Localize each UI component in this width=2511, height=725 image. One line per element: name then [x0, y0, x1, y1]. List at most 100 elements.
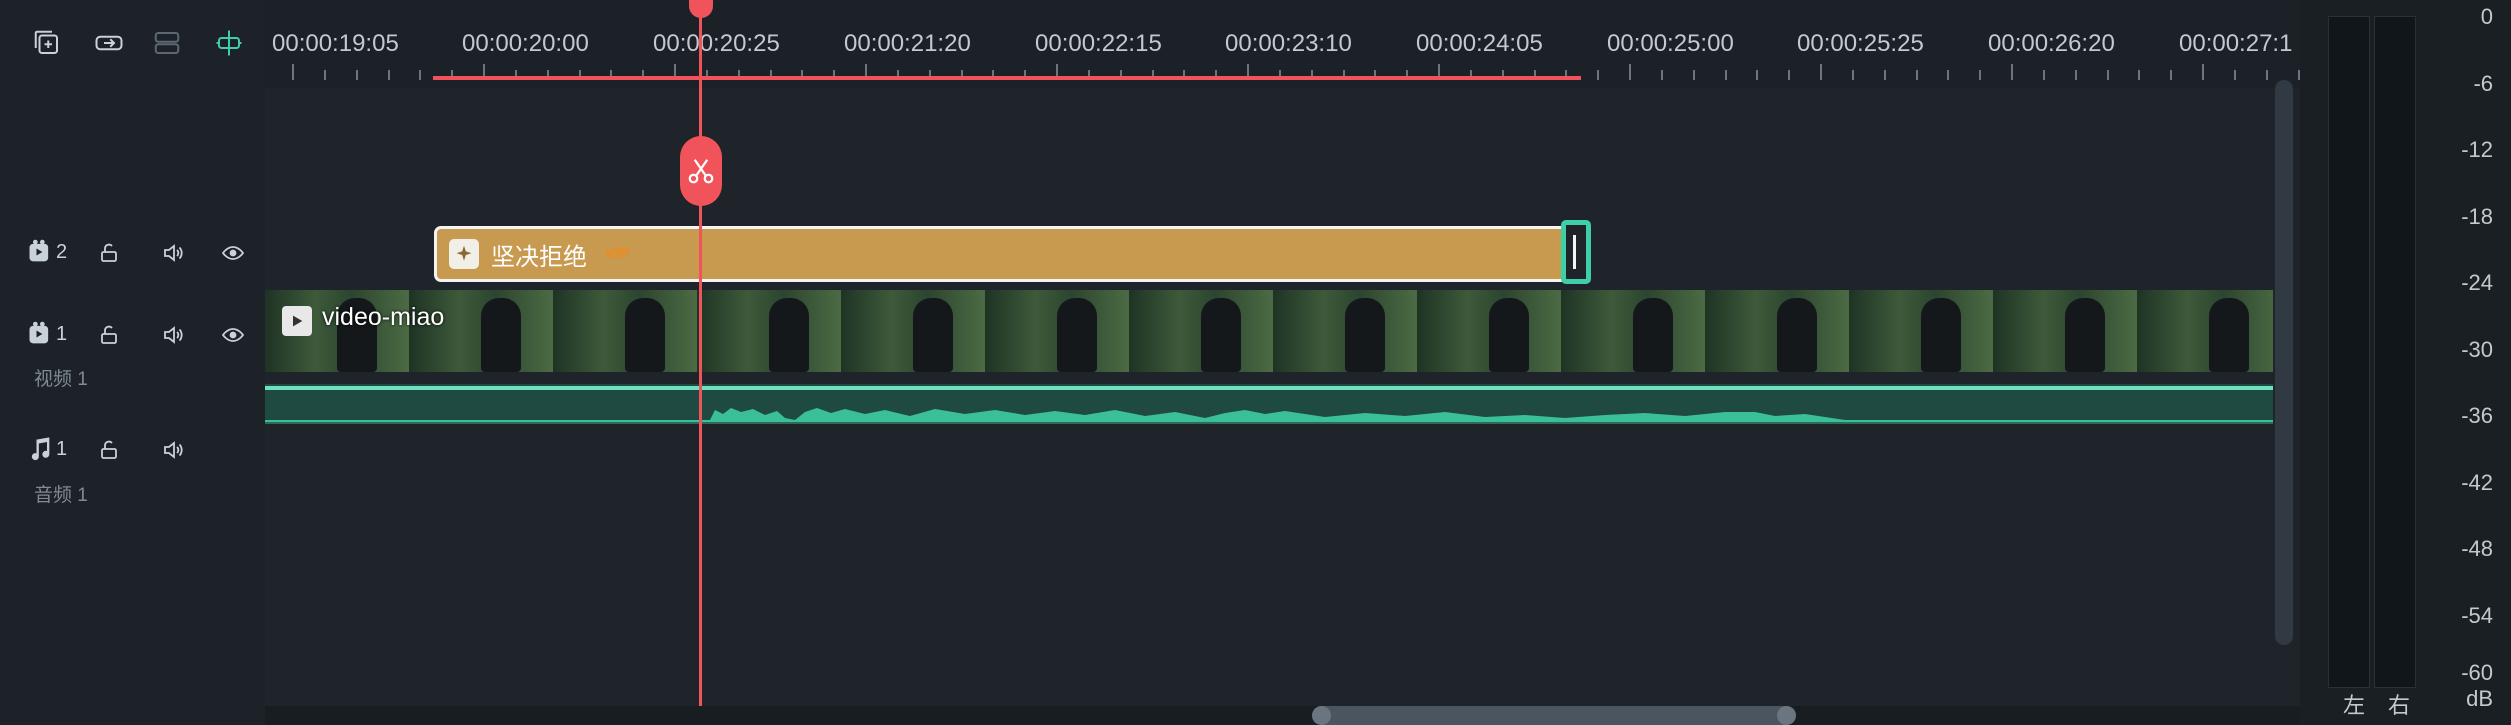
video-thumbnail — [2137, 290, 2273, 372]
ruler-tick — [1883, 70, 1886, 80]
db-scale-label: 0 — [2480, 4, 2493, 29]
audio-waveform — [265, 408, 2273, 422]
vertical-scrollbar[interactable] — [2275, 80, 2293, 645]
track-header-panel — [0, 0, 265, 725]
ruler-tick — [2042, 70, 2045, 80]
person-silhouette — [2209, 298, 2249, 372]
track1-name: 视频 1 — [34, 369, 88, 390]
track1-label: 1 — [26, 320, 67, 348]
horizontal-scrollbar[interactable] — [1312, 706, 1796, 725]
track-divider — [265, 422, 2273, 424]
person-silhouette — [913, 298, 953, 372]
effect-icon — [449, 239, 479, 269]
range-marker[interactable] — [433, 76, 1581, 80]
person-silhouette — [1633, 298, 1673, 372]
db-scale-label: -30 — [2461, 337, 2493, 362]
video-thumbnail — [1417, 290, 1562, 372]
play-icon — [282, 306, 312, 336]
ruler-tick — [1947, 70, 1950, 80]
ruler-tick — [1820, 64, 1822, 80]
ruler-tick — [2202, 64, 2204, 80]
ruler-tick — [2233, 70, 2236, 80]
video-thumbnail — [1993, 290, 2138, 372]
ruler-timecode: 00:00:20:25 — [653, 30, 780, 57]
audio-waveform-strip[interactable] — [265, 384, 2273, 422]
ruler-tick — [1724, 70, 1727, 80]
horizontal-scroll-track — [265, 706, 2300, 725]
audio1-number: 1 — [56, 437, 68, 460]
person-silhouette — [1489, 298, 1529, 372]
db-scale-label: -42 — [2461, 470, 2493, 495]
video-thumbnail — [841, 290, 986, 372]
eye-icon[interactable] — [218, 238, 248, 268]
clip-trim-handle[interactable] — [1561, 220, 1591, 284]
video-thumbnail — [1849, 290, 1994, 372]
scroll-handle-left[interactable] — [1312, 706, 1331, 725]
ruler-timecode: 00:00:25:25 — [1797, 30, 1924, 57]
ruler-tick — [1629, 64, 1631, 80]
person-silhouette — [481, 298, 521, 372]
add-track-icon[interactable] — [30, 26, 64, 60]
video-clip-label: video-miao — [322, 303, 445, 331]
playhead-line[interactable] — [699, 0, 702, 725]
db-scale-label: -60 — [2461, 660, 2493, 685]
ruler-tick — [1979, 70, 1982, 80]
meter-bar-right — [2374, 16, 2416, 688]
video-thumbnail — [1705, 290, 1850, 372]
meter-right-label: 右 — [2388, 693, 2411, 718]
meter-bar-left — [2328, 16, 2370, 688]
video-thumbnail — [553, 290, 698, 372]
lock-icon[interactable] — [94, 435, 124, 465]
video-thumbnail — [1129, 290, 1274, 372]
video-track-icon — [29, 321, 49, 344]
ruler-tick — [292, 64, 294, 80]
db-scale-label: -12 — [2461, 137, 2493, 162]
track2-label: 2 — [26, 238, 67, 266]
unlink-icon[interactable] — [150, 26, 184, 60]
ruler-timecode: 00:00:27:1 — [2179, 30, 2293, 57]
person-silhouette — [1057, 298, 1097, 372]
scissors-icon — [688, 159, 714, 184]
effect-clip[interactable]: 坚决拒绝 VIP — [434, 226, 1574, 282]
scroll-handle-right[interactable] — [1777, 706, 1796, 725]
snap-icon[interactable] — [212, 26, 246, 60]
audio1-name: 音频 1 — [34, 485, 88, 506]
volume-icon[interactable] — [158, 435, 188, 465]
link-icon[interactable] — [92, 26, 126, 60]
track1-number: 1 — [56, 322, 68, 345]
video-thumbnail — [1273, 290, 1418, 372]
ruler-timecode: 00:00:21:20 — [844, 30, 971, 57]
ruler-tick — [1915, 70, 1918, 80]
ruler-tick — [1756, 70, 1759, 80]
person-silhouette — [2065, 298, 2105, 372]
ruler-timecode: 00:00:24:05 — [1416, 30, 1543, 57]
ruler-tick — [2074, 70, 2077, 80]
ruler-tick — [2011, 64, 2013, 80]
db-scale-label: -54 — [2461, 603, 2493, 628]
ruler-tick — [1692, 70, 1695, 80]
volume-icon[interactable] — [158, 238, 188, 268]
db-scale-label: -6 — [2473, 71, 2493, 96]
music-note-icon — [31, 437, 50, 461]
audio1-label: 1 — [26, 435, 67, 463]
ruler-tick — [1660, 70, 1663, 80]
video-thumbnail — [985, 290, 1130, 372]
ruler-timecode: 00:00:25:00 — [1607, 30, 1734, 57]
eye-icon[interactable] — [218, 320, 248, 350]
split-button[interactable] — [680, 136, 722, 206]
ruler-timecode: 00:00:26:20 — [1988, 30, 2115, 57]
person-silhouette — [1921, 298, 1961, 372]
ruler-timecode: 00:00:19:05 — [272, 30, 399, 57]
volume-icon[interactable] — [158, 320, 188, 350]
meter-left-label: 左 — [2343, 693, 2366, 718]
ruler-timecode: 00:00:23:10 — [1225, 30, 1352, 57]
effect-clip-label: 坚决拒绝 — [491, 244, 587, 271]
person-silhouette — [1201, 298, 1241, 372]
ruler-tick — [2265, 70, 2268, 80]
lock-icon[interactable] — [94, 320, 124, 350]
ruler-tick — [2106, 70, 2109, 80]
person-silhouette — [1777, 298, 1817, 372]
video-thumbnail — [1561, 290, 1706, 372]
video-clip[interactable] — [265, 290, 2273, 372]
lock-icon[interactable] — [94, 238, 124, 268]
